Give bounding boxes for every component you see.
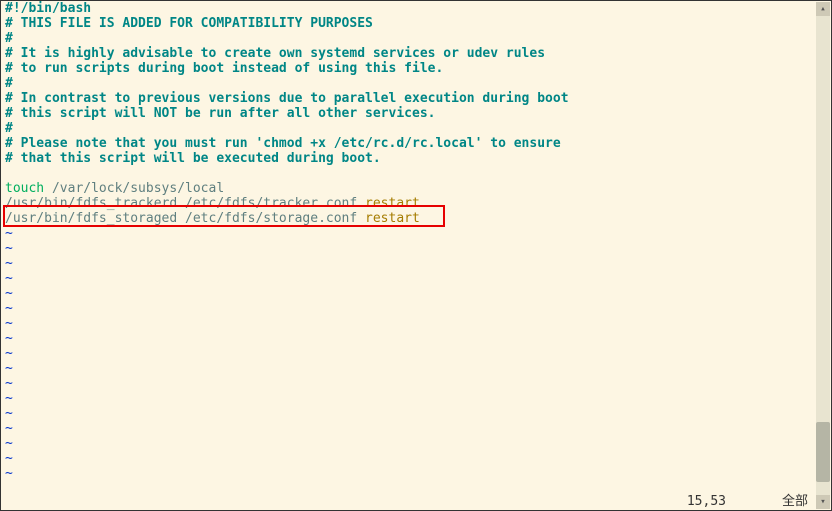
empty-line-tilde: ~: [5, 256, 819, 271]
scroll-scope-label: 全部: [782, 494, 808, 509]
editor-viewport: #!/bin/bash# THIS FILE IS ADDED FOR COMP…: [1, 1, 831, 510]
cursor-position: 15,53: [687, 494, 726, 509]
empty-line-tilde: ~: [5, 451, 819, 466]
code-line: # Please note that you must run 'chmod +…: [5, 136, 819, 151]
code-line: # that this script will be executed duri…: [5, 151, 819, 166]
code-line: # In contrast to previous versions due t…: [5, 91, 819, 106]
code-line: # to run scripts during boot instead of …: [5, 61, 819, 76]
empty-line-tilde: ~: [5, 316, 819, 331]
code-line: touch /var/lock/subsys/local: [5, 181, 819, 196]
code-line: /usr/bin/fdfs_trackerd /etc/fdfs/tracker…: [5, 196, 819, 211]
file-content[interactable]: #!/bin/bash# THIS FILE IS ADDED FOR COMP…: [1, 1, 819, 494]
scroll-up-arrow-icon[interactable]: ▴: [816, 2, 830, 16]
code-line: # this script will NOT be run after all …: [5, 106, 819, 121]
code-line: # THIS FILE IS ADDED FOR COMPATIBILITY P…: [5, 16, 819, 31]
scrollbar-thumb[interactable]: [816, 422, 830, 482]
empty-line-tilde: ~: [5, 466, 819, 481]
empty-line-tilde: ~: [5, 376, 819, 391]
empty-line-tilde: ~: [5, 436, 819, 451]
code-line: /usr/bin/fdfs_storaged /etc/fdfs/storage…: [5, 211, 819, 226]
code-line: [5, 166, 819, 181]
code-line: #: [5, 31, 819, 46]
empty-line-tilde: ~: [5, 361, 819, 376]
empty-line-tilde: ~: [5, 226, 819, 241]
scroll-down-arrow-icon[interactable]: ▾: [816, 495, 830, 509]
terminal-editor-frame: #!/bin/bash# THIS FILE IS ADDED FOR COMP…: [0, 0, 832, 511]
empty-line-tilde: ~: [5, 286, 819, 301]
code-line: #!/bin/bash: [5, 1, 819, 16]
empty-line-tilde: ~: [5, 241, 819, 256]
empty-line-tilde: ~: [5, 271, 819, 286]
vim-status-bar: 15,53 全部: [2, 494, 816, 509]
empty-line-tilde: ~: [5, 346, 819, 361]
code-line: # It is highly advisable to create own s…: [5, 46, 819, 61]
empty-line-tilde: ~: [5, 421, 819, 436]
empty-line-tilde: ~: [5, 406, 819, 421]
empty-line-tilde: ~: [5, 331, 819, 346]
code-line: #: [5, 121, 819, 136]
code-line: #: [5, 76, 819, 91]
empty-line-tilde: ~: [5, 391, 819, 406]
vertical-scrollbar[interactable]: ▴ ▾: [816, 2, 830, 509]
empty-line-tilde: ~: [5, 301, 819, 316]
